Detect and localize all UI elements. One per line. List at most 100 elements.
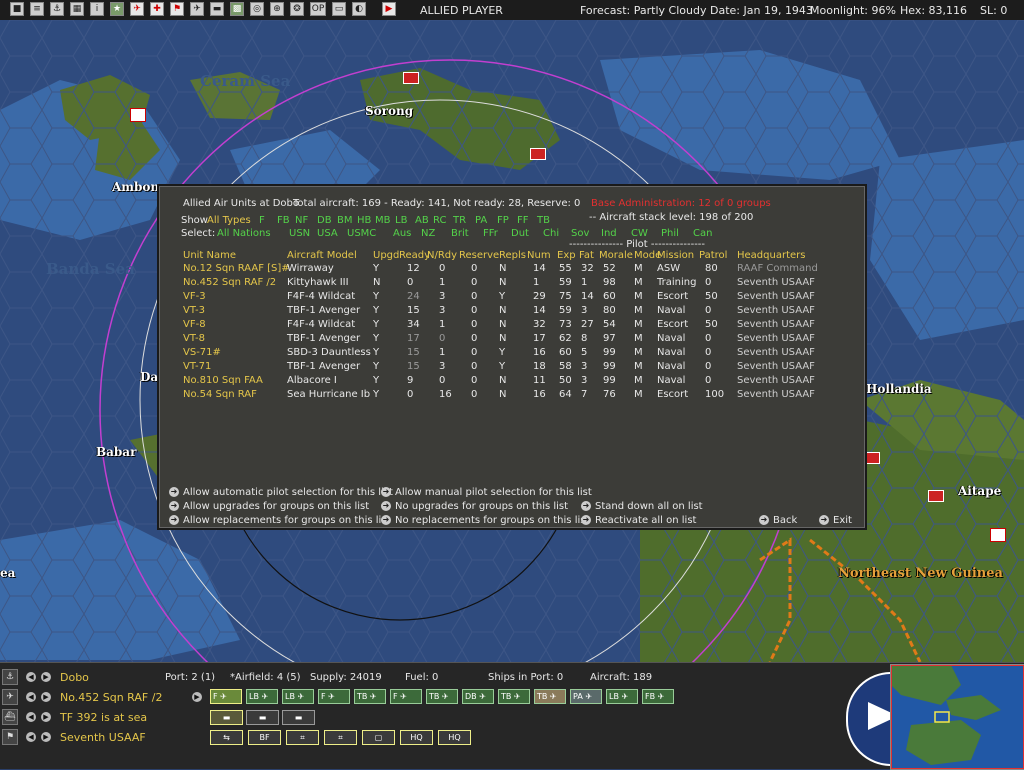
table-row[interactable]: VT-71 TBF-1 Avenger Y 15 3 0 Y 18 58 3 99 M Naval 0 Se… — [159, 361, 865, 374]
type-filter-1[interactable]: F — [259, 215, 265, 226]
hq-button[interactable]: HQ — [438, 730, 471, 745]
next-icon[interactable]: ▶ — [41, 672, 51, 682]
column-header[interactable]: Repls — [499, 250, 526, 261]
nation-filter-2[interactable]: USA — [317, 228, 338, 239]
column-header[interactable]: Mission — [657, 250, 694, 261]
column-header[interactable]: Ready — [399, 250, 430, 261]
column-header[interactable]: N/Rdy — [427, 250, 457, 261]
image-icon[interactable]: ▭ — [332, 2, 346, 16]
table-row[interactable]: VF-8 F4F-4 Wildcat Y 34 1 0 N 32 73 27 54 M Escort 50… — [159, 319, 865, 332]
type-filter-0[interactable]: All Types — [207, 215, 251, 226]
type-filter-3[interactable]: NF — [295, 215, 308, 226]
type-filter-14[interactable]: FF — [517, 215, 529, 226]
aircraft-type-button[interactable]: LB ✈ — [282, 689, 314, 704]
column-header[interactable]: Aircraft Model — [287, 250, 357, 261]
battleship-icon[interactable]: ▬ — [246, 710, 279, 725]
unit-name-cell[interactable]: No.810 Sqn FAA — [183, 375, 263, 386]
unit-name-cell[interactable]: VT-8 — [183, 333, 205, 344]
aircraft-type-button[interactable]: TB ✈ — [426, 689, 458, 704]
unit-name-cell[interactable]: No.452 Sqn RAF /2 — [183, 277, 276, 288]
task-force-name[interactable]: TF 392 is at sea — [60, 711, 147, 724]
type-filter-12[interactable]: PA — [475, 215, 487, 226]
ships-icon[interactable]: ⚓ — [50, 2, 64, 16]
nation-filter-4[interactable]: Aus — [393, 228, 411, 239]
column-header[interactable]: Headquarters — [737, 250, 805, 261]
unit-name-cell[interactable]: VT-3 — [183, 305, 205, 316]
table-row[interactable]: VF-3 F4F-4 Wildcat Y 24 3 0 Y 29 75 14 60 M Escort 50… — [159, 291, 865, 304]
nation-filter-5[interactable]: NZ — [421, 228, 435, 239]
aircraft-type-button[interactable]: PA ✈ — [570, 689, 602, 704]
nation-filter-1[interactable]: USN — [289, 228, 310, 239]
table-row[interactable]: No.810 Sqn FAA Albacore I Y 9 0 0 N 11 50 3 99 M Nav… — [159, 375, 865, 388]
type-filter-15[interactable]: TB — [537, 215, 550, 226]
nation-filter-10[interactable]: Sov — [571, 228, 589, 239]
anchor-icon[interactable]: ⚓ — [2, 669, 18, 685]
flag-marker-icon[interactable] — [928, 490, 944, 502]
type-filter-2[interactable]: FB — [277, 215, 290, 226]
next-icon[interactable]: ▶ — [41, 692, 51, 702]
globe-icon[interactable]: ◎ — [250, 2, 264, 16]
base-name[interactable]: Dobo — [60, 671, 89, 684]
hq-name[interactable]: Seventh USAAF — [60, 731, 146, 744]
bf-button[interactable]: BF — [248, 730, 281, 745]
nation-filter-14[interactable]: Can — [693, 228, 712, 239]
prev-icon[interactable]: ◀ — [26, 672, 36, 682]
type-filter-10[interactable]: RC — [433, 215, 446, 226]
stand-down-option[interactable]: ➜ Stand down all on list — [581, 501, 703, 512]
cruiser-icon[interactable]: ▬ — [282, 710, 315, 725]
no-upgrades-option[interactable]: ➜ No upgrades for groups on this list — [381, 501, 568, 512]
map-icon[interactable]: ▩ — [230, 2, 244, 16]
aircraft-type-button[interactable]: DB ✈ — [462, 689, 494, 704]
prev-icon[interactable]: ◀ — [26, 712, 36, 722]
column-header[interactable]: Patrol — [699, 250, 727, 261]
unit-name-cell[interactable]: VF-3 — [183, 291, 206, 302]
fort-icon[interactable]: ⌗ — [324, 730, 357, 745]
fort-icon[interactable]: ⌗ — [286, 730, 319, 745]
type-filter-9[interactable]: AB — [415, 215, 429, 226]
aircraft-type-button[interactable]: TB ✈ — [534, 689, 566, 704]
nation-filter-12[interactable]: CW — [631, 228, 648, 239]
allow-replacements-option[interactable]: ➜ Allow replacements for groups on this l… — [169, 515, 390, 526]
column-header[interactable]: Exp — [557, 250, 576, 261]
aircraft-type-button[interactable]: TB ✈ — [498, 689, 530, 704]
nation-filter-11[interactable]: Ind — [601, 228, 617, 239]
nation-filter-8[interactable]: Dut — [511, 228, 529, 239]
column-header[interactable]: Reserve — [459, 250, 499, 261]
nation-filter-6[interactable]: Brit — [451, 228, 469, 239]
end-turn-icon[interactable]: ▶ — [382, 2, 396, 16]
minimap[interactable] — [890, 664, 1024, 770]
nation-filter-9[interactable]: Chi — [543, 228, 559, 239]
flag-marker-icon[interactable] — [403, 72, 419, 84]
menu-icon[interactable]: ■ — [10, 2, 24, 16]
command-icon[interactable]: ▢ — [362, 730, 395, 745]
table-row[interactable]: VT-3 TBF-1 Avenger Y 15 3 0 N 14 59 3 80 M Naval 0 Sev… — [159, 305, 865, 318]
search-icon[interactable]: ⊕ — [270, 2, 284, 16]
aircraft-type-button[interactable]: TB ✈ — [354, 689, 386, 704]
base-icon[interactable]: ▦ — [70, 2, 84, 16]
next-icon[interactable]: ▶ — [41, 732, 51, 742]
table-row[interactable]: VT-8 TBF-1 Avenger Y 17 0 0 N 17 62 8 97 M Naval 0 Sev… — [159, 333, 865, 346]
type-filter-8[interactable]: LB — [395, 215, 407, 226]
aircraft-type-button[interactable]: F ✈ — [318, 689, 350, 704]
ground-icon[interactable]: ✚ — [150, 2, 164, 16]
flag-icon[interactable]: ⚑ — [2, 729, 18, 745]
table-row[interactable]: VS-71# SBD-3 Dauntless Y 15 1 0 Y 16 60 5 99 M Naval… — [159, 347, 865, 360]
exit-button[interactable]: ➜ Exit — [819, 515, 852, 526]
air-icon[interactable]: ✈ — [190, 2, 204, 16]
plane-icon[interactable]: ✈ — [130, 2, 144, 16]
unit-marker-icon[interactable] — [990, 528, 1006, 542]
airplane-icon[interactable]: ✈ — [2, 689, 18, 705]
aircraft-type-button[interactable]: LB ✈ — [246, 689, 278, 704]
column-header[interactable]: Num — [527, 250, 551, 261]
prev-icon[interactable]: ◀ — [26, 732, 36, 742]
allow-upgrades-option[interactable]: ➜ Allow upgrades for groups on this list — [169, 501, 369, 512]
unit-name-cell[interactable]: VF-8 — [183, 319, 206, 330]
type-filter-13[interactable]: FP — [497, 215, 509, 226]
manual-pilot-option[interactable]: ➜ Allow manual pilot selection for this l… — [381, 487, 592, 498]
column-header[interactable]: Fat — [579, 250, 594, 261]
toggle-icon[interactable]: ◐ — [352, 2, 366, 16]
star-icon[interactable]: ★ — [110, 2, 124, 16]
reactivate-option[interactable]: ➜ Reactivate all on list — [581, 515, 696, 526]
settings-icon[interactable]: ❂ — [290, 2, 304, 16]
auto-pilot-option[interactable]: ➜ Allow automatic pilot selection for thi… — [169, 487, 393, 498]
